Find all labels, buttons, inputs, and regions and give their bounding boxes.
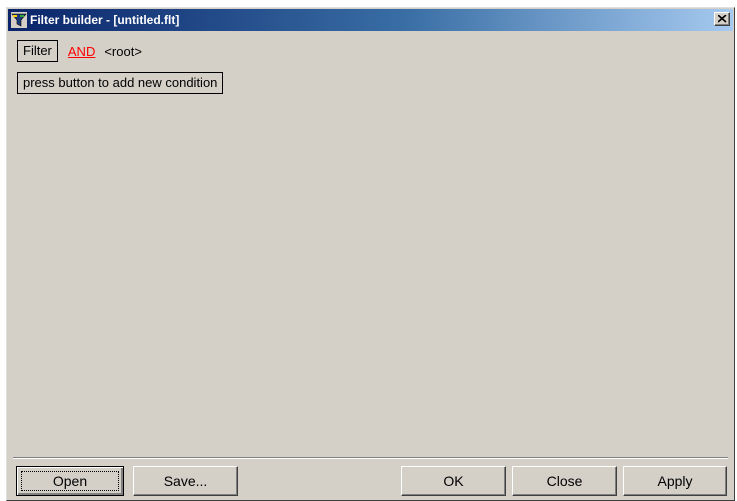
filter-builder-window: Filter builder - [untitled.flt] Filter A… bbox=[6, 7, 735, 501]
open-button[interactable]: Open bbox=[16, 466, 124, 496]
close-window-button[interactable] bbox=[714, 12, 730, 26]
filter-funnel-icon bbox=[11, 12, 27, 28]
root-node-label: <root> bbox=[104, 43, 142, 59]
window-title: Filter builder - [untitled.flt] bbox=[30, 13, 180, 27]
save-button[interactable]: Save... bbox=[133, 466, 238, 496]
root-condition-row: Filter AND <root> bbox=[17, 40, 142, 62]
operator-link[interactable]: AND bbox=[68, 44, 95, 59]
add-condition-button[interactable]: press button to add new condition bbox=[17, 72, 224, 94]
ok-button[interactable]: OK bbox=[401, 466, 506, 496]
close-x-icon bbox=[718, 15, 727, 23]
close-button-label: Close bbox=[546, 473, 583, 489]
close-button[interactable]: Close bbox=[512, 466, 617, 496]
ok-button-label: OK bbox=[443, 473, 464, 489]
filter-button[interactable]: Filter bbox=[17, 40, 58, 62]
apply-button[interactable]: Apply bbox=[623, 466, 727, 496]
filter-tree-area: Filter AND <root> press button to add ne… bbox=[13, 35, 728, 455]
save-button-label: Save... bbox=[163, 473, 208, 489]
footer-separator bbox=[13, 457, 728, 459]
apply-button-label: Apply bbox=[657, 473, 693, 489]
open-button-label: Open bbox=[52, 473, 88, 489]
title-bar[interactable]: Filter builder - [untitled.flt] bbox=[8, 9, 733, 31]
